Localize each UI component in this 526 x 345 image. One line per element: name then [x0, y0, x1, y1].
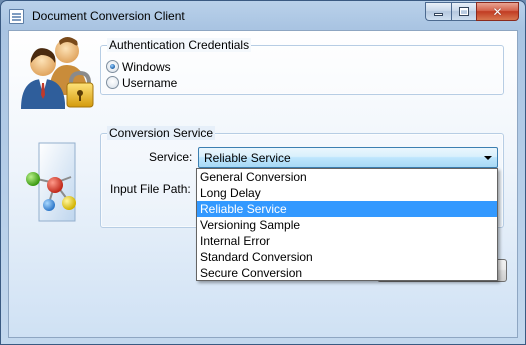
- window-title: Document Conversion Client: [32, 9, 185, 23]
- minimize-icon: [434, 13, 443, 16]
- service-combobox[interactable]: Reliable Service: [198, 147, 498, 168]
- authentication-group: Authentication Credentials Windows Usern…: [100, 38, 504, 95]
- minimize-button[interactable]: [425, 2, 451, 21]
- dropdown-item-long-delay[interactable]: Long Delay: [197, 185, 497, 201]
- caption-buttons: ✕: [425, 2, 519, 21]
- input-file-path-label: Input File Path:: [110, 182, 191, 196]
- app-window-icon[interactable]: [9, 9, 24, 24]
- service-combobox-value: Reliable Service: [204, 151, 291, 165]
- radio-username-label[interactable]: Username: [122, 76, 177, 90]
- dropdown-item-secure-conversion[interactable]: Secure Conversion: [197, 265, 497, 281]
- chevron-down-icon[interactable]: [484, 156, 492, 160]
- dropdown-item-general-conversion[interactable]: General Conversion: [197, 169, 497, 185]
- service-dropdown-list: General Conversion Long Delay Reliable S…: [196, 168, 498, 281]
- radio-username[interactable]: Username: [106, 75, 177, 90]
- document-molecule-icon: [26, 142, 76, 222]
- dropdown-item-versioning-sample[interactable]: Versioning Sample: [197, 217, 497, 233]
- users-lock-icon: [21, 37, 94, 109]
- radio-windows-indicator[interactable]: [106, 60, 119, 73]
- radio-windows[interactable]: Windows: [106, 59, 171, 74]
- radio-username-indicator[interactable]: [106, 76, 119, 89]
- dropdown-item-standard-conversion[interactable]: Standard Conversion: [197, 249, 497, 265]
- dropdown-item-reliable-service[interactable]: Reliable Service: [197, 201, 497, 217]
- title-bar[interactable]: Document Conversion Client ✕: [1, 1, 525, 31]
- radio-windows-label[interactable]: Windows: [122, 60, 171, 74]
- close-icon: ✕: [492, 4, 503, 19]
- dropdown-item-internal-error[interactable]: Internal Error: [197, 233, 497, 249]
- conversion-service-group-label: Conversion Service: [107, 126, 216, 140]
- close-button[interactable]: ✕: [476, 2, 519, 21]
- maximize-icon: [459, 7, 469, 16]
- service-label: Service:: [149, 150, 193, 164]
- authentication-group-label: Authentication Credentials: [107, 38, 252, 52]
- maximize-button[interactable]: [451, 2, 476, 21]
